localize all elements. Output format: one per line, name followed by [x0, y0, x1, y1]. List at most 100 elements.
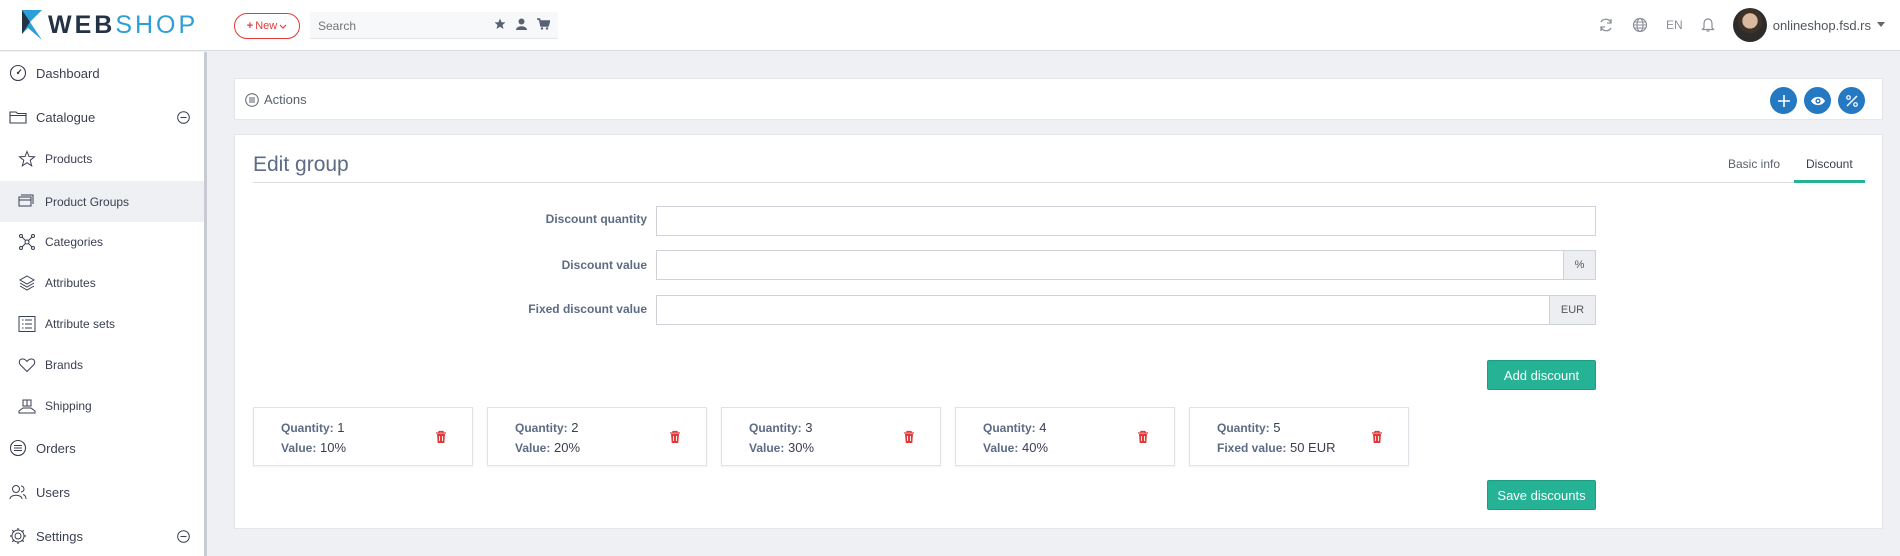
sidebar-item-label: Categories [45, 235, 104, 249]
logo-text-web: WEB [48, 10, 116, 39]
trash-icon[interactable] [902, 430, 916, 444]
sidebar-item-label: Dashboard [36, 65, 100, 81]
actions-toggle[interactable]: Actions [245, 92, 307, 107]
sidebar-item-product-groups[interactable]: Product Groups [0, 181, 204, 222]
sidebar-item-label: Attribute sets [45, 317, 116, 331]
sidebar-item-settings[interactable]: Settings [0, 517, 204, 555]
dashboard-icon [9, 64, 27, 82]
language-selector[interactable]: EN [1666, 18, 1683, 32]
fixed-discount-value-label: Fixed discount value [528, 302, 647, 316]
bell-icon[interactable] [1701, 17, 1715, 33]
value-label: Value: [515, 441, 551, 455]
sidebar-item-label: Products [45, 152, 93, 166]
discount-button[interactable] [1838, 87, 1865, 114]
tab-discount[interactable]: Discount [1806, 157, 1853, 171]
sidebar: Dashboard Catalogue Products Product Gro… [0, 52, 207, 556]
heart-icon [18, 358, 36, 373]
plus-icon: + [246, 20, 254, 32]
tab-basic-info[interactable]: Basic info [1728, 157, 1780, 171]
discount-value: 20% [553, 440, 581, 455]
webshop-logo[interactable]: WEBSHOP [20, 6, 198, 44]
discount-value-input[interactable] [656, 250, 1565, 280]
quantity-label: Quantity: [1217, 421, 1270, 435]
quantity-value: 3 [805, 420, 813, 435]
discount-value: 50 EUR [1289, 440, 1336, 455]
preview-button[interactable] [1804, 87, 1831, 114]
percent-addon: % [1563, 250, 1596, 280]
layers-icon [18, 275, 36, 291]
edit-group-panel: Edit group Basic info Discount Discount … [234, 134, 1883, 529]
quantity-value: 2 [571, 420, 579, 435]
sidebar-item-label: Shipping [45, 399, 92, 413]
star-icon [18, 150, 36, 167]
trash-icon[interactable] [434, 430, 448, 444]
menu-circle-icon [245, 92, 259, 107]
trash-icon[interactable] [668, 430, 682, 444]
shipping-icon [18, 399, 36, 414]
value-label: Value: [983, 441, 1019, 455]
discount-quantity-label: Discount quantity [545, 212, 647, 226]
plus-icon [1777, 94, 1790, 107]
quantity-label: Quantity: [281, 421, 334, 435]
sidebar-item-label: Brands [45, 358, 84, 372]
add-discount-button[interactable]: Add discount [1487, 360, 1596, 390]
add-button[interactable] [1770, 87, 1797, 114]
quantity-value: 5 [1273, 420, 1281, 435]
collapse-icon[interactable] [177, 529, 190, 543]
orders-icon [9, 439, 27, 457]
actions-label: Actions [264, 92, 307, 107]
quantity-label: Quantity: [749, 421, 802, 435]
sidebar-item-label: Attributes [45, 276, 96, 290]
actions-bar: Actions [234, 78, 1883, 120]
sidebar-item-users[interactable]: Users [0, 473, 204, 511]
list-icon [18, 316, 36, 332]
fixed-discount-value-input[interactable] [656, 295, 1551, 325]
sidebar-item-attribute-sets[interactable]: Attribute sets [0, 305, 204, 343]
user-icon[interactable] [516, 18, 527, 30]
eye-icon [1810, 96, 1825, 105]
quantity-label: Quantity: [983, 421, 1036, 435]
active-tab-indicator [1794, 180, 1865, 183]
search-input[interactable] [318, 16, 468, 35]
save-discounts-button[interactable]: Save discounts [1487, 480, 1596, 510]
value-label: Value: [281, 441, 317, 455]
sidebar-item-categories[interactable]: Categories [0, 223, 204, 261]
sidebar-item-brands[interactable]: Brands [0, 346, 204, 384]
discount-value: 40% [1021, 440, 1049, 455]
discount-value: 10% [319, 440, 347, 455]
sidebar-item-shipping[interactable]: Shipping [0, 387, 204, 425]
discount-quantity-input[interactable] [656, 206, 1596, 236]
sidebar-item-label: Settings [36, 528, 83, 544]
categories-icon [19, 234, 35, 250]
globe-icon[interactable] [1632, 17, 1648, 33]
sync-icon[interactable] [1598, 17, 1614, 33]
trash-icon[interactable] [1136, 430, 1150, 444]
discount-card: Quantity: 1 Value: 10% [253, 407, 473, 466]
quantity-value: 1 [337, 420, 345, 435]
discount-card: Quantity: 4 Value: 40% [955, 407, 1175, 466]
discount-card: Quantity: 2 Value: 20% [487, 407, 707, 466]
sidebar-item-attributes[interactable]: Attributes [0, 264, 204, 302]
discount-card: Quantity: 3 Value: 30% [721, 407, 941, 466]
cart-icon[interactable] [537, 18, 550, 30]
sidebar-item-label: Users [36, 484, 70, 500]
product-groups-icon [18, 194, 34, 206]
top-bar: WEBSHOP + New EN onlineshop.fsd.rs [0, 0, 1900, 51]
discount-value-label: Discount value [561, 258, 647, 272]
sidebar-item-label: Orders [36, 440, 76, 456]
sidebar-item-dashboard[interactable]: Dashboard [0, 54, 204, 92]
user-menu[interactable]: onlineshop.fsd.rs [1732, 8, 1885, 42]
quantity-value: 4 [1039, 420, 1047, 435]
new-button-label: New [255, 20, 278, 32]
user-name: onlineshop.fsd.rs [1772, 17, 1871, 33]
sidebar-item-orders[interactable]: Orders [0, 429, 204, 467]
trash-icon[interactable] [1370, 430, 1384, 444]
sidebar-item-catalogue[interactable]: Catalogue [0, 98, 204, 136]
logo-mark-icon [22, 10, 42, 40]
sidebar-item-products[interactable]: Products [0, 140, 204, 178]
new-button[interactable]: + New [234, 13, 300, 39]
star-icon[interactable] [494, 18, 506, 30]
collapse-icon[interactable] [177, 110, 190, 124]
sidebar-item-label: Catalogue [36, 109, 96, 125]
eur-addon: EUR [1549, 295, 1596, 325]
